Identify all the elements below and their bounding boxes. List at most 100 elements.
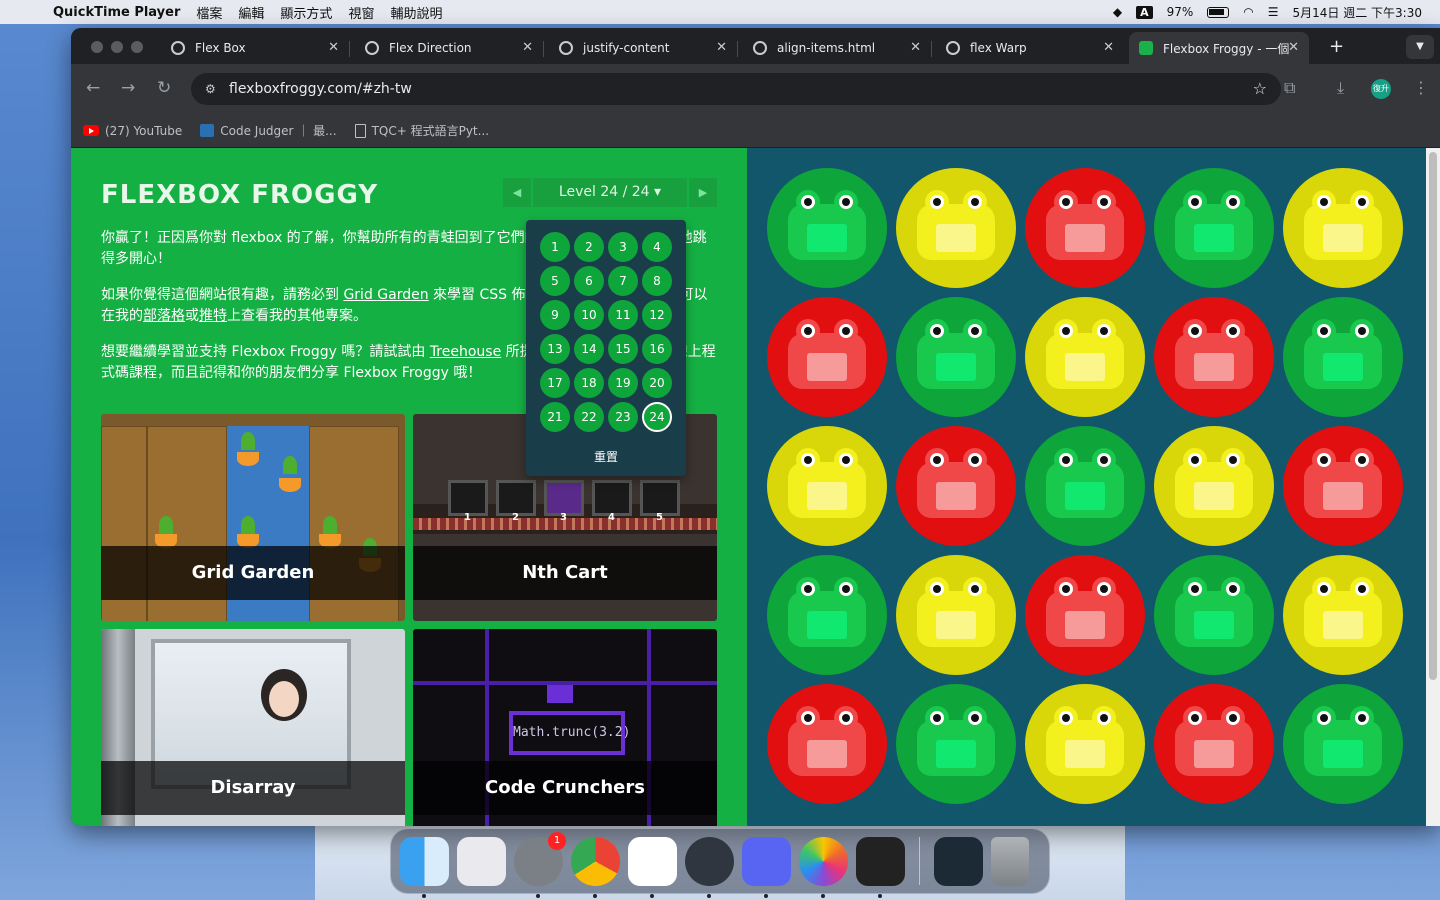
- tab-flex-box[interactable]: Flex Box ✕: [161, 32, 350, 64]
- more-menu-icon[interactable]: ⋮: [1413, 78, 1429, 97]
- twitter-link[interactable]: 推特: [199, 308, 227, 324]
- menu-view[interactable]: 顯示方式: [272, 3, 340, 22]
- prev-level-button[interactable]: ◀: [503, 178, 531, 207]
- menu-file[interactable]: 檔案: [188, 3, 230, 22]
- system-settings-icon[interactable]: 1: [514, 831, 566, 898]
- trash-icon[interactable]: [991, 836, 1029, 886]
- launchpad-icon[interactable]: [457, 836, 506, 886]
- level-button-14[interactable]: 14: [574, 334, 604, 364]
- tab-align-items[interactable]: align-items.html ✕: [743, 32, 932, 64]
- grid-garden-link[interactable]: Grid Garden: [343, 287, 428, 303]
- menu-edit[interactable]: 編輯: [230, 3, 272, 22]
- yellow-frog: [917, 190, 995, 260]
- level-button-6[interactable]: 6: [574, 266, 604, 296]
- close-window-button[interactable]: [91, 41, 103, 53]
- level-button-8[interactable]: 8: [642, 266, 672, 296]
- menu-help[interactable]: 輔助說明: [382, 3, 450, 22]
- level-button-9[interactable]: 9: [540, 300, 570, 330]
- browser-window: Flex Box ✕ Flex Direction ✕ justify-cont…: [71, 28, 1440, 826]
- close-tab-icon[interactable]: ✕: [1103, 40, 1114, 55]
- globe-icon: [946, 41, 960, 55]
- level-button-23[interactable]: 23: [608, 402, 638, 432]
- reset-button[interactable]: 重置: [526, 448, 686, 465]
- level-button-10[interactable]: 10: [574, 300, 604, 330]
- next-level-button[interactable]: ▶: [689, 178, 717, 207]
- level-indicator-dropdown[interactable]: Level 24 / 24 ▾: [533, 178, 687, 207]
- bookmark-code-judger[interactable]: Code Judger ｜ 最...: [200, 122, 337, 139]
- address-url[interactable]: flexboxfroggy.com/#zh-tw: [229, 81, 412, 97]
- chrome-icon[interactable]: [571, 836, 620, 898]
- menu-app-name[interactable]: QuickTime Player: [52, 5, 188, 20]
- level-button-15[interactable]: 15: [608, 334, 638, 364]
- treehouse-link[interactable]: Treehouse: [430, 344, 501, 360]
- zoom-window-button[interactable]: [131, 41, 143, 53]
- photos-icon[interactable]: [799, 836, 848, 898]
- extension-menubar-icon[interactable]: ◆: [1113, 5, 1122, 19]
- level-button-3[interactable]: 3: [608, 232, 638, 262]
- close-tab-icon[interactable]: ✕: [910, 40, 921, 55]
- level-button-11[interactable]: 11: [608, 300, 638, 330]
- bookmark-star-icon[interactable]: ☆: [1253, 79, 1267, 98]
- level-button-16[interactable]: 16: [642, 334, 672, 364]
- level-button-13[interactable]: 13: [540, 334, 570, 364]
- electron-icon[interactable]: [685, 836, 734, 898]
- page-scrollbar[interactable]: [1426, 148, 1440, 826]
- game-logo[interactable]: FLEXBOX FROGGY: [101, 180, 378, 210]
- discord-icon[interactable]: [742, 836, 791, 898]
- new-tab-icon[interactable]: +: [1329, 36, 1344, 57]
- tab-flexbox-froggy[interactable]: Flexbox Froggy - 一個 ✕: [1129, 32, 1309, 64]
- forward-arrow-icon[interactable]: →: [121, 78, 135, 98]
- code-crunchers-card[interactable]: Math.trunc(3.2) Code Crunchers: [413, 629, 717, 826]
- vscode-icon[interactable]: [628, 836, 677, 898]
- close-tab-icon[interactable]: ✕: [522, 40, 533, 55]
- level-button-20[interactable]: 20: [642, 368, 672, 398]
- close-tab-icon[interactable]: ✕: [1288, 40, 1299, 55]
- level-button-22[interactable]: 22: [574, 402, 604, 432]
- bookmark-youtube[interactable]: (27) YouTube: [83, 124, 182, 138]
- reload-icon[interactable]: ↻: [157, 78, 171, 98]
- level-button-24[interactable]: 24: [642, 402, 672, 432]
- level-button-12[interactable]: 12: [642, 300, 672, 330]
- scrollbar-thumb[interactable]: [1429, 152, 1437, 680]
- address-bar[interactable]: ⚙ flexboxfroggy.com/#zh-tw ☆: [191, 73, 1281, 105]
- level-button-1[interactable]: 1: [540, 232, 570, 262]
- battery-icon[interactable]: [1207, 6, 1230, 18]
- tab-search-chevron-icon[interactable]: ▼: [1406, 35, 1434, 59]
- window-controls: [91, 41, 143, 53]
- disarray-card[interactable]: Disarray: [101, 629, 405, 826]
- control-center-icon[interactable]: ☰: [1268, 5, 1279, 19]
- back-arrow-icon[interactable]: ←: [86, 78, 100, 98]
- tab-flex-warp[interactable]: flex Warp ✕: [936, 32, 1124, 64]
- level-label: Level 24 / 24: [558, 184, 650, 200]
- quicktime-icon[interactable]: [856, 836, 905, 898]
- pond-board: [747, 148, 1440, 826]
- green-frog: [917, 319, 995, 389]
- menu-window[interactable]: 視窗: [340, 3, 382, 22]
- blog-link[interactable]: 部落格: [143, 308, 185, 324]
- level-button-17[interactable]: 17: [540, 368, 570, 398]
- code-judger-icon: [200, 124, 215, 137]
- minimize-window-button[interactable]: [111, 41, 123, 53]
- menu-clock[interactable]: 5月14日 週二 下午3:30: [1293, 4, 1422, 21]
- level-button-7[interactable]: 7: [608, 266, 638, 296]
- extensions-icon[interactable]: ⧉: [1284, 78, 1295, 98]
- close-tab-icon[interactable]: ✕: [716, 40, 727, 55]
- tab-justify-content[interactable]: justify-content ✕: [549, 32, 738, 64]
- level-button-5[interactable]: 5: [540, 266, 570, 296]
- level-button-21[interactable]: 21: [540, 402, 570, 432]
- site-info-icon[interactable]: ⚙: [205, 82, 219, 96]
- level-button-2[interactable]: 2: [574, 232, 604, 262]
- tab-flex-direction[interactable]: Flex Direction ✕: [355, 32, 544, 64]
- level-button-18[interactable]: 18: [574, 368, 604, 398]
- profile-avatar[interactable]: 復升: [1371, 79, 1391, 99]
- level-button-4[interactable]: 4: [642, 232, 672, 262]
- wifi-icon[interactable]: ◠: [1243, 5, 1253, 19]
- finder-icon[interactable]: [400, 836, 449, 898]
- grid-garden-card[interactable]: Grid Garden: [101, 414, 405, 621]
- bookmark-tqc[interactable]: TQC+ 程式語言Pyt...: [354, 122, 489, 139]
- level-button-19[interactable]: 19: [608, 368, 638, 398]
- download-icon[interactable]: ⤓: [1337, 78, 1344, 98]
- close-tab-icon[interactable]: ✕: [328, 40, 339, 55]
- input-method-indicator[interactable]: A: [1136, 5, 1153, 19]
- minimized-window-icon[interactable]: [934, 836, 983, 886]
